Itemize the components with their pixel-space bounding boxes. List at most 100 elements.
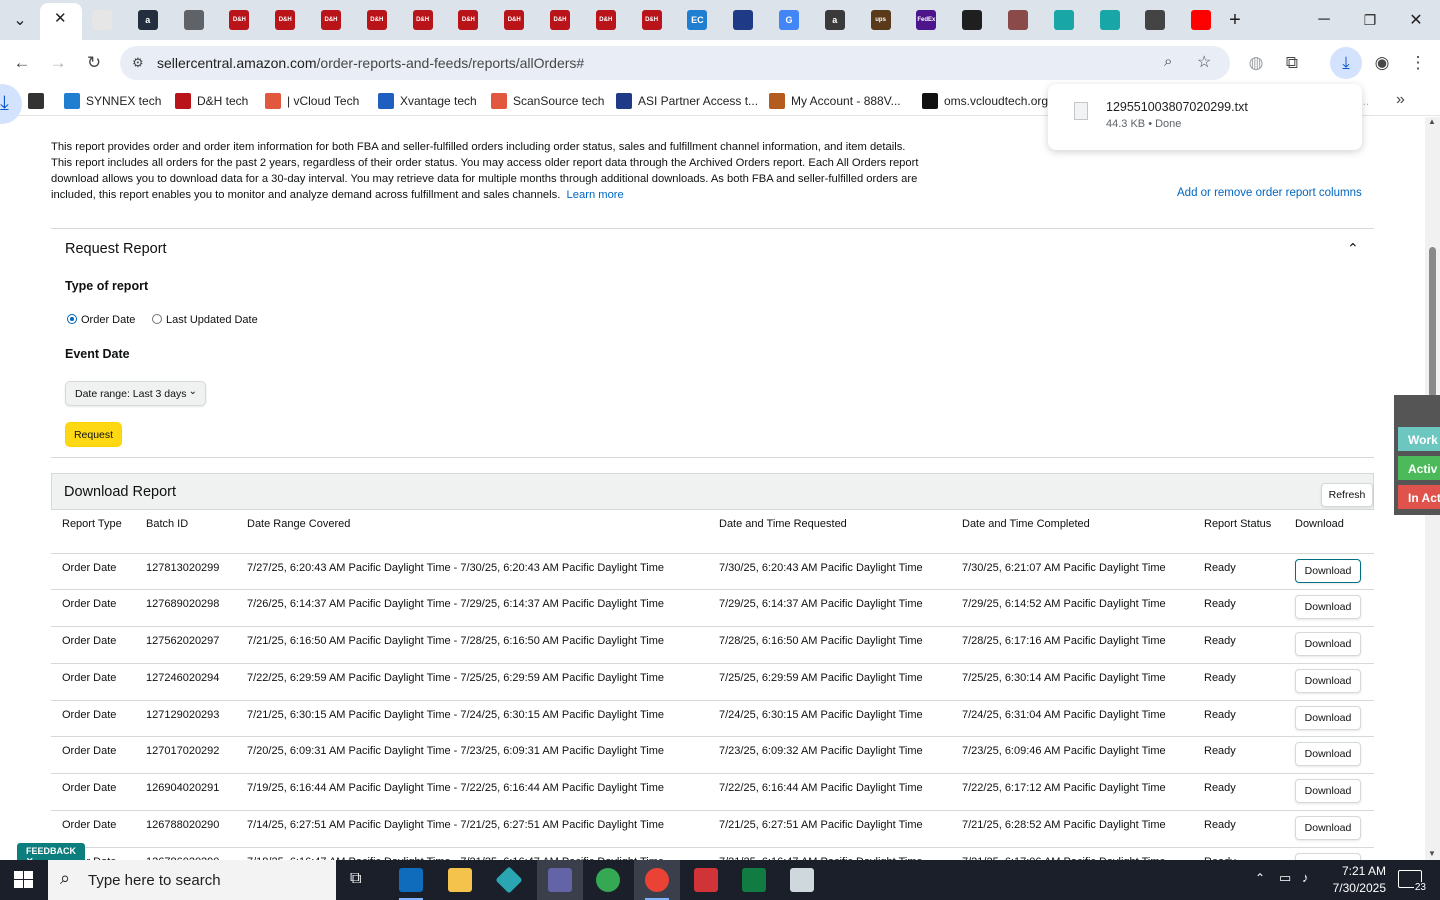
tab-favicon-amazon-icon[interactable]: a (137, 10, 158, 30)
download-button[interactable]: Download (1295, 632, 1361, 657)
tab-favicon-video-icon[interactable] (1145, 10, 1166, 30)
profile-avatar-icon[interactable]: ◉ (1370, 51, 1394, 75)
date-range-dropdown[interactable]: Date range: Last 3 days ⌄ (65, 381, 206, 406)
download-button[interactable]: Download (1295, 742, 1361, 767)
tab-favicon-dh-8-icon[interactable]: D&H (550, 10, 570, 30)
tab-favicon-ups-icon[interactable]: ups (870, 10, 891, 30)
download-button[interactable]: Download (1295, 852, 1361, 860)
radio-unselected-icon[interactable] (152, 314, 162, 324)
bookmark-star-icon[interactable]: ☆ (1197, 52, 1211, 72)
address-bar[interactable]: ⚙ sellercentral.amazon.com/order-reports… (120, 46, 1230, 80)
bookmark-item[interactable]: ASI Partner Access t... (616, 93, 758, 109)
tab-favicon-teal-1-icon[interactable] (1053, 10, 1074, 30)
file-explorer-icon[interactable] (448, 868, 472, 892)
tab-favicon-ec-icon[interactable]: EC (687, 10, 708, 30)
close-window-icon[interactable]: ✕ (1404, 8, 1428, 32)
tab-favicon-dh-3-icon[interactable]: D&H (321, 10, 341, 30)
scroll-thumb[interactable] (1429, 247, 1436, 397)
tab-favicon-dh-1-icon[interactable]: D&H (229, 10, 250, 30)
more-bookmarks-chevron-icon[interactable]: » (1396, 91, 1405, 109)
download-button[interactable]: Download (1295, 705, 1361, 730)
learn-more-link[interactable]: Learn more (567, 189, 624, 201)
radio-order-date[interactable]: Order Date (67, 313, 135, 326)
clock-date[interactable]: 7/30/2025 (1326, 881, 1386, 895)
active-tab[interactable]: ✕ (40, 3, 82, 40)
cell-completed: 7/28/25, 6:17:16 AM Pacific Daylight Tim… (951, 626, 1193, 664)
teams-taskbar-slot[interactable] (537, 860, 583, 900)
taskbar-search-box[interactable]: ⌕ Type here to search (48, 860, 336, 900)
tab-favicon-globe-icon[interactable] (183, 10, 204, 30)
restore-icon[interactable]: ❐ (1358, 8, 1382, 32)
bookmark-item[interactable]: D&H tech (175, 93, 248, 109)
site-info-icon[interactable]: ⚙ (132, 55, 144, 71)
clock-time[interactable]: 7:21 AM (1326, 864, 1386, 878)
tab-favicon-dh-10-icon[interactable]: D&H (641, 10, 662, 30)
download-button[interactable]: Download (1295, 779, 1361, 804)
tab-favicon-youtube-icon[interactable] (1191, 10, 1212, 30)
tab-favicon-teal-2-icon[interactable] (1099, 10, 1120, 30)
download-button[interactable]: Download (1295, 595, 1361, 620)
excel-icon[interactable] (742, 868, 766, 892)
scroll-up-icon[interactable]: ▲ (1428, 117, 1436, 126)
minimize-icon[interactable]: ─ (1312, 8, 1336, 32)
refresh-button[interactable]: Refresh (1321, 483, 1373, 507)
tab-favicon-openai-icon[interactable] (962, 10, 983, 30)
task-view-icon[interactable]: ⧉ (350, 870, 361, 888)
download-button[interactable]: Download (1295, 816, 1361, 841)
work-status-item[interactable]: Work (1398, 427, 1440, 451)
notification-center-icon[interactable]: 23 (1398, 870, 1427, 893)
tab-favicon-dh-9-icon[interactable]: D&H (595, 10, 616, 30)
bookmark-item[interactable]: My Account - 888V... (769, 93, 901, 109)
request-button[interactable]: Request (65, 422, 122, 447)
extensions-puzzle-icon[interactable]: ⧉ (1280, 51, 1304, 75)
bookmark-item[interactable]: Xvantage tech (378, 93, 477, 109)
notepad-icon[interactable] (790, 868, 814, 892)
inactive-status-item[interactable]: In Act (1398, 485, 1440, 509)
downloads-icon[interactable]: ⤓ (1330, 47, 1362, 79)
download-button[interactable]: Download (1295, 668, 1361, 693)
tab-favicon-dh-5-icon[interactable]: D&H (412, 10, 433, 30)
tab-favicon-truck-icon[interactable] (1008, 10, 1028, 30)
bookmark-item[interactable]: oms.vcloudtech.org... (922, 93, 1058, 109)
bookmark-item[interactable]: ScanSource tech (491, 93, 604, 109)
feedback-tab[interactable]: FEEDBACK ✕ (17, 843, 85, 866)
volume-icon[interactable]: ♪ (1302, 870, 1309, 885)
zoom-search-icon[interactable]: ⌕ (1164, 53, 1172, 70)
tab-search-chevron-icon[interactable]: ⌄ (8, 8, 32, 32)
tab-favicon-dh-2-icon[interactable]: D&H (275, 10, 296, 30)
bookmark-item[interactable]: SYNNEX tech (64, 93, 161, 109)
tab-favicon-asi-icon[interactable] (733, 10, 754, 30)
tab-favicon-dh-4-icon[interactable]: D&H (366, 10, 387, 30)
tab-favicon-google-icon[interactable]: G (779, 10, 799, 30)
outlook-icon[interactable] (399, 868, 423, 892)
zoho-app-icon[interactable] (694, 868, 718, 892)
add-remove-columns-link[interactable]: Add or remove order report columns (1177, 187, 1362, 199)
forward-arrow-icon[interactable]: → (46, 51, 70, 75)
back-arrow-icon[interactable]: ← (10, 51, 34, 75)
tab-favicon-fedex-icon[interactable]: FedEx (916, 10, 937, 30)
app-diamond-icon[interactable] (495, 866, 523, 894)
tab-favicon-dh-7-icon[interactable]: D&H (504, 10, 525, 30)
bookmark-item[interactable]: | vCloud Tech (265, 93, 359, 109)
chrome-active-slot[interactable] (634, 860, 680, 900)
scroll-down-icon[interactable]: ▼ (1428, 849, 1436, 858)
tab-favicon-dh-6-icon[interactable]: D&H (458, 10, 479, 30)
network-icon[interactable]: ▭ (1279, 870, 1291, 886)
close-tab-icon[interactable]: ✕ (54, 9, 67, 27)
tray-chevron-icon[interactable]: ⌃ (1255, 871, 1265, 885)
active-status-item[interactable]: Activ (1398, 456, 1440, 480)
browser-menu-icon[interactable]: ⋮ (1406, 51, 1430, 75)
reload-icon[interactable]: ↻ (82, 51, 106, 75)
chrome-icon[interactable] (596, 868, 620, 892)
column-header: Report Status (1193, 510, 1284, 554)
bookmark-item[interactable] (28, 93, 50, 109)
tab-favicon-amazon-2-icon[interactable]: a (824, 10, 845, 30)
new-tab-button[interactable]: + (1223, 8, 1247, 32)
translate-globe-icon[interactable]: ◍ (1244, 51, 1268, 75)
radio-selected-icon[interactable] (67, 314, 77, 324)
windows-start-icon[interactable] (14, 871, 34, 889)
tab-favicon-1-icon[interactable] (92, 10, 112, 30)
collapse-chevron-icon[interactable]: ⌄ (1347, 239, 1359, 256)
radio-last-updated[interactable]: Last Updated Date (152, 313, 258, 326)
download-button[interactable]: Download (1295, 558, 1361, 583)
